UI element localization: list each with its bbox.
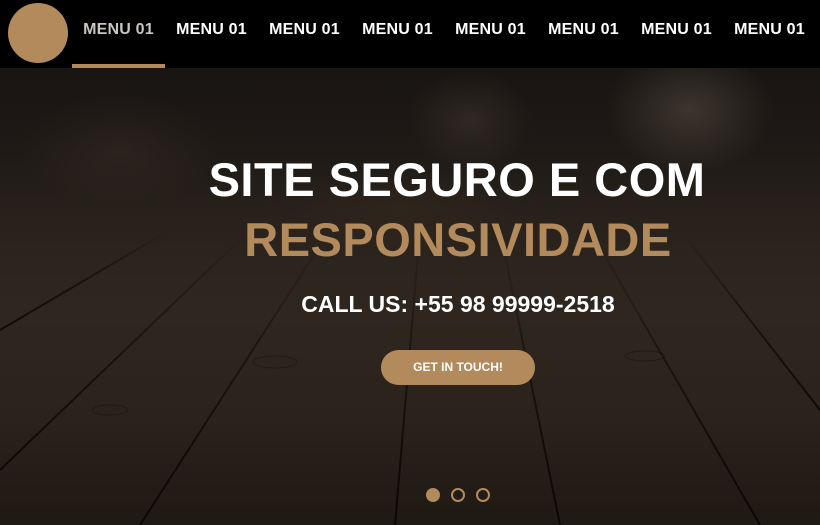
- menu-item-7[interactable]: MENU 01: [630, 0, 723, 68]
- menu-item-3[interactable]: MENU 01: [258, 0, 351, 68]
- menu-item-label: MENU 01: [269, 21, 340, 38]
- carousel-dot-1[interactable]: [426, 488, 440, 502]
- get-in-touch-button[interactable]: GET IN TOUCH!: [381, 350, 535, 385]
- menu-item-8[interactable]: MENU 01: [723, 0, 816, 68]
- menu-item-label: MENU 01: [455, 21, 526, 38]
- hero-headline-line-2: RESPONSIVIDADE: [244, 213, 672, 266]
- carousel-indicators: [426, 488, 490, 502]
- brand-logo[interactable]: [8, 3, 68, 63]
- hero-phone-number: CALL US: +55 98 99999-2518: [301, 291, 615, 317]
- active-menu-indicator: [72, 64, 165, 68]
- menu-item-2[interactable]: MENU 01: [165, 0, 258, 68]
- top-navigation-bar: MENU 01 MENU 01 MENU 01 MENU 01 MENU 01 …: [0, 0, 820, 68]
- menu-item-label: MENU 01: [641, 21, 712, 38]
- carousel-dot-3[interactable]: [476, 488, 490, 502]
- menu-item-label: MENU 01: [548, 21, 619, 38]
- menu-item-label: MENU 01: [734, 21, 805, 38]
- menu-item-5[interactable]: MENU 01: [444, 0, 537, 68]
- hero-headline-line-1: SITE SEGURO E COM: [208, 153, 706, 206]
- carousel-dot-2[interactable]: [451, 488, 465, 502]
- menu-item-6[interactable]: MENU 01: [537, 0, 630, 68]
- page: MENU 01 MENU 01 MENU 01 MENU 01 MENU 01 …: [0, 0, 820, 525]
- menu-item-4[interactable]: MENU 01: [351, 0, 444, 68]
- menu-item-label: MENU 01: [362, 21, 433, 38]
- main-menu: MENU 01 MENU 01 MENU 01 MENU 01 MENU 01 …: [72, 0, 816, 68]
- menu-item-label: MENU 01: [176, 21, 247, 38]
- menu-item-1[interactable]: MENU 01: [72, 0, 165, 68]
- menu-item-label: MENU 01: [83, 21, 154, 38]
- hero-headline: SITE SEGURO E COM RESPONSIVIDADE: [0, 150, 820, 270]
